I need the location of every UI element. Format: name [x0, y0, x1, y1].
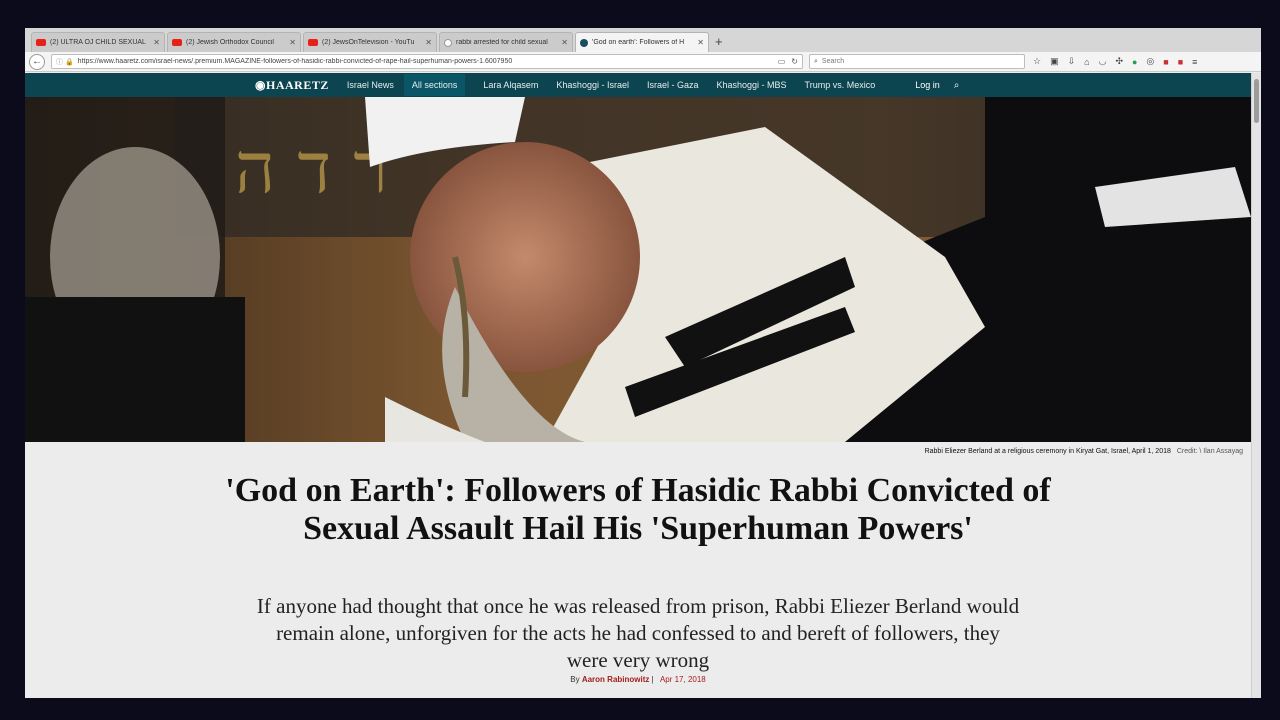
youtube-icon [172, 39, 182, 46]
hero-photo: ר ד ה [25, 97, 1251, 442]
google-icon [444, 38, 452, 47]
youtube-icon [36, 39, 46, 46]
toolbar-icons: ☆ ▣ ⇩ ⌂ ◡ ✣ ● ◎ ■ ■ ≡ [1033, 56, 1197, 67]
svg-text:ר ד ה: ר ד ה [235, 127, 388, 209]
tab-label: (2) JewsOnTelevision - YouTu [322, 39, 415, 46]
extension-green-icon[interactable]: ● [1132, 57, 1137, 67]
search-placeholder: Search [821, 58, 845, 65]
browser-tab[interactable]: (2) JewsOnTelevision - YouTu ✕ [303, 32, 437, 52]
url-text: https://www.haaretz.com/israel-news/.pre… [77, 58, 513, 65]
caption-text: Rabbi Eliezer Berland at a religious cer… [924, 448, 1171, 455]
search-box[interactable]: ⌕ Search [809, 54, 1025, 69]
close-tab-icon[interactable]: ✕ [289, 38, 296, 47]
publish-date: Apr 17, 2018 [659, 675, 706, 684]
nav-item-khashoggi-mbs[interactable]: Khashoggi - MBS [717, 76, 787, 94]
extension-icon[interactable]: ✣ [1115, 56, 1123, 67]
nav-item-all-sections[interactable]: All sections [403, 74, 466, 96]
hero-photo-illustration: ר ד ה [25, 97, 1251, 442]
navigation-toolbar: ← ⓘ 🔒 https://www.haaretz.com/israel-new… [25, 52, 1261, 72]
screenshot-icon[interactable]: ▣ [1050, 56, 1059, 67]
tab-strip: (2) ULTRA OJ CHILD SEXUAL ✕ (2) Jewish O… [25, 28, 1261, 52]
browser-window: (2) ULTRA OJ CHILD SEXUAL ✕ (2) Jewish O… [25, 28, 1261, 698]
search-icon: ⌕ [814, 57, 818, 65]
browser-tab[interactable]: rabbi arrested for child sexual ✕ [439, 32, 573, 52]
address-bar[interactable]: ⓘ 🔒 https://www.haaretz.com/israel-news/… [51, 54, 803, 69]
scrollbar-thumb[interactable] [1254, 79, 1259, 123]
extension-icon[interactable]: ◎ [1146, 56, 1154, 67]
tab-label: (2) Jewish Orthodox Council [186, 39, 274, 46]
back-arrow-icon[interactable]: ← [29, 53, 45, 70]
close-tab-icon[interactable]: ✕ [153, 38, 160, 47]
nav-item-khashoggi-israel[interactable]: Khashoggi - Israel [556, 76, 629, 94]
browser-tab[interactable]: (2) ULTRA OJ CHILD SEXUAL ✕ [31, 32, 165, 52]
photo-credit: Credit: \ Ilan Assayag [1176, 448, 1243, 455]
article-headline: 'God on Earth': Followers of Hasidic Rab… [225, 472, 1051, 547]
download-icon[interactable]: ⇩ [1068, 56, 1076, 67]
haaretz-logo[interactable]: ◉HAARETZ [255, 78, 329, 93]
reader-view-icon[interactable]: ▭ [778, 57, 786, 66]
site-navigation: ◉HAARETZ Israel News All sections Lara A… [25, 73, 1251, 97]
bookmark-star-icon[interactable]: ☆ [1033, 56, 1041, 67]
nav-item-israel-news[interactable]: Israel News [347, 76, 394, 94]
byline-prefix: By [570, 675, 580, 684]
page-scrollbar[interactable] [1251, 73, 1261, 698]
article-subheadline: If anyone had thought that once he was r… [256, 594, 1020, 672]
close-tab-icon[interactable]: ✕ [697, 38, 704, 47]
author-link[interactable]: Aaron Rabinowitz [582, 675, 650, 684]
login-link[interactable]: Log in [915, 80, 940, 90]
nav-item-lara-alqasem[interactable]: Lara Alqasem [483, 76, 538, 94]
tab-label: (2) ULTRA OJ CHILD SEXUAL [50, 39, 146, 46]
nav-item-israel-gaza[interactable]: Israel - Gaza [647, 76, 699, 94]
site-info-icon[interactable]: ⓘ 🔒 [56, 57, 74, 67]
menu-icon[interactable]: ≡ [1192, 57, 1197, 67]
youtube-extension-icon[interactable]: ■ [1163, 57, 1168, 67]
pocket-icon[interactable]: ◡ [1099, 56, 1107, 67]
photo-caption: Rabbi Eliezer Berland at a religious cer… [25, 448, 1243, 455]
youtube-icon [308, 39, 318, 46]
home-icon[interactable]: ⌂ [1084, 57, 1089, 67]
tab-label: 'God on earth': Followers of H [592, 39, 685, 46]
article-byline: By Aaron Rabinowitz | Apr 17, 2018 [570, 675, 706, 684]
reload-icon[interactable]: ↻ [791, 57, 798, 66]
nav-item-trump-mexico[interactable]: Trump vs. Mexico [805, 76, 876, 94]
close-tab-icon[interactable]: ✕ [425, 38, 432, 47]
browser-tab-active[interactable]: 'God on earth': Followers of H ✕ [575, 32, 709, 52]
new-tab-button[interactable]: + [715, 32, 723, 52]
close-tab-icon[interactable]: ✕ [561, 38, 568, 47]
browser-tab[interactable]: (2) Jewish Orthodox Council ✕ [167, 32, 301, 52]
tab-label: rabbi arrested for child sexual [456, 39, 548, 46]
search-icon[interactable]: ⌕ [954, 80, 960, 91]
haaretz-icon [580, 38, 588, 47]
record-extension-icon[interactable]: ■ [1178, 57, 1183, 67]
